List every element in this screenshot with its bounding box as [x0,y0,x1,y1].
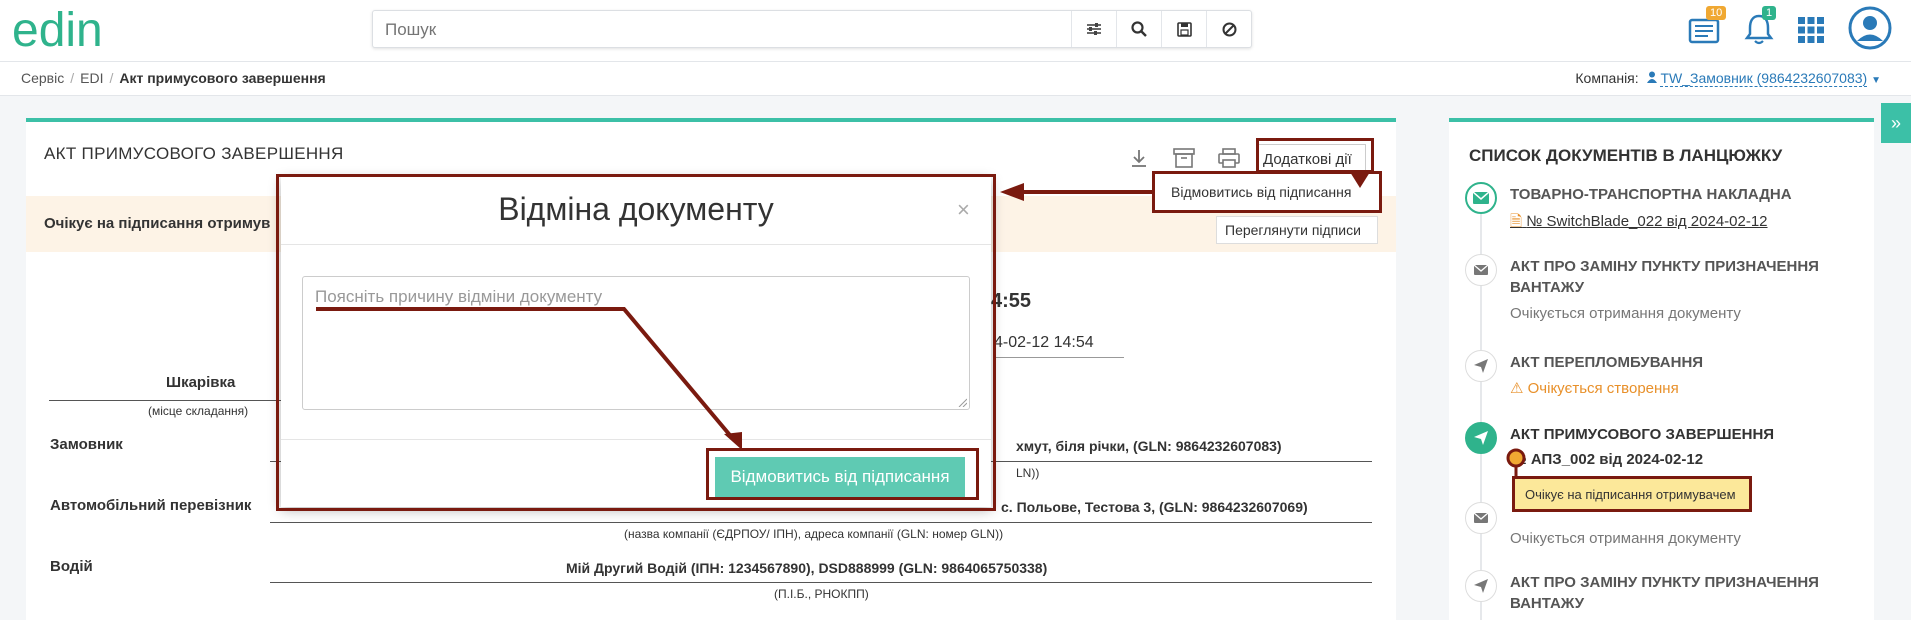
caret-down-icon: ▼ [1871,75,1881,86]
news-badge: 10 [1706,6,1727,20]
driver-caption: (П.І.Б., РНОКПП) [774,587,869,601]
notif-badge: 1 [1762,6,1777,20]
place-value: Шкарівка [166,374,236,391]
archive-icon[interactable] [1173,148,1195,173]
breadcrumb-item-edi[interactable]: EDI [80,70,103,86]
document-time: 4:55 [991,290,1032,312]
svg-text:edin: edin [12,6,103,54]
search-icon[interactable] [1116,11,1161,47]
chain-item-link[interactable]: 🗎 № SwitchBlade_022 від 2024-02-12 [1510,211,1768,236]
status-notice-text: Очікує на підписання отримув [44,215,271,232]
envelope-icon [1465,502,1497,534]
download-icon[interactable] [1129,148,1149,173]
bell-icon[interactable]: 1 [1744,6,1777,51]
carrier-label: Автомобільний перевізник [50,497,252,514]
customer-label: Замовник [50,436,123,453]
company-selector[interactable]: Компанія: TW_Замовник (9864232607083) ▼ [1575,70,1881,87]
carrier-value: с. Польове, Тестова 3, (GLN: 98642326070… [1001,499,1308,515]
chain-title: СПИСОК ДОКУМЕНТІВ В ЛАНЦЮЖКУ [1469,146,1783,165]
collapse-sidebar-button[interactable]: » [1881,103,1911,143]
dropdown-item-refuse-signing[interactable]: Відмовитись від підписання [1152,171,1382,213]
company-label: Компанія: [1575,70,1639,86]
paper-plane-icon [1465,570,1497,602]
chain-item-status: Очікується отримання документу [1510,305,1741,322]
place-caption: (місце складання) [148,404,249,418]
envelope-icon [1465,182,1497,214]
customer-value: хмут, біля річки, (GLN: 9864232607083) [1016,438,1282,454]
apps-grid-icon[interactable] [1797,16,1825,49]
chain-item-number: № SwitchBlade_022 від 2024-02-12 [1526,213,1768,230]
chevron-double-right-icon: » [1890,112,1901,133]
document-icon: 🗎 [1510,213,1523,230]
search-bar [372,10,1252,48]
breadcrumb-current: Акт примусового завершення [119,70,326,86]
warning-icon: ⚠ [1510,380,1524,397]
search-input[interactable] [385,20,1085,40]
paper-plane-icon [1465,350,1497,382]
breadcrumb-item-service[interactable]: Сервіс [21,70,64,86]
divider [270,582,1372,583]
customer-caption: LN)) [1016,466,1040,480]
divider [49,400,293,401]
edin-logo[interactable]: edin [10,6,155,54]
user-icon [1646,71,1657,83]
save-icon[interactable] [1161,11,1206,47]
chain-item-title: АКТ ПРО ЗАМІНУ ПУНКТУ ПРИЗНАЧЕННЯ ВАНТАЖ… [1510,574,1819,612]
chain-item-title: АКТ ПЕРЕПЛОМБУВАННЯ [1510,354,1704,371]
print-icon[interactable] [1218,148,1240,173]
breadcrumb-bar: Сервіс / EDI / Акт примусового завершення Ко… [0,62,1911,96]
chain-item-number: № АПЗ_002 від 2024-02-12 [1510,451,1704,468]
chain-item-title: АКТ ПРО ЗАМІНУ ПУНКТУ ПРИЗНАЧЕННЯ ВАНТАЖ… [1510,258,1819,296]
paper-plane-icon [1465,422,1497,454]
carrier-caption: (назва компанії (ЄДРПОУ/ ІПН), адреса ко… [624,527,1004,541]
top-bar: edin 10 1 [0,0,1911,62]
cancel-icon[interactable] [1206,11,1251,47]
view-signatures-button[interactable]: Переглянути підписи [1216,216,1378,244]
document-datetime: 4-02-12 14:54 [994,334,1124,358]
chain-item-status: ⚠ Очікується створення [1510,379,1679,397]
company-value[interactable]: TW_Замовник (9864232607083) [1660,70,1868,87]
search-tools [1071,11,1251,47]
chain-item-status-text: Очікується створення [1527,380,1679,397]
news-icon[interactable]: 10 [1688,6,1727,49]
filter-icon[interactable] [1071,11,1116,47]
status-badge: Очікує на підписання отримувачем [1512,476,1752,512]
page-title: АКТ ПРИМУСОВОГО ЗАВЕРШЕННЯ [44,144,344,163]
annotation-box-submit [706,448,979,500]
divider [270,522,1372,523]
avatar[interactable] [1848,6,1892,55]
chain-item-status: Очікується отримання документу [1510,530,1741,547]
chain-item-title: ТОВАРНО-ТРАНСПОРТНА НАКЛАДНА [1510,186,1792,203]
chain-item-title-active: АКТ ПРИМУСОВОГО ЗАВЕРШЕННЯ [1510,426,1775,443]
breadcrumb: Сервіс / EDI / Акт примусового завершення [21,70,326,86]
envelope-icon [1465,254,1497,286]
driver-value: Мій Другий Водій (ІПН: 1234567890), DSD8… [566,560,1048,576]
breadcrumb-separator: / [109,70,114,86]
driver-label: Водій [50,558,93,575]
annotation-box-more-actions [1256,138,1374,173]
breadcrumb-separator: / [70,70,75,86]
document-chain-panel: СПИСОК ДОКУМЕНТІВ В ЛАНЦЮЖКУ ТОВАРНО-ТРА… [1449,118,1874,620]
